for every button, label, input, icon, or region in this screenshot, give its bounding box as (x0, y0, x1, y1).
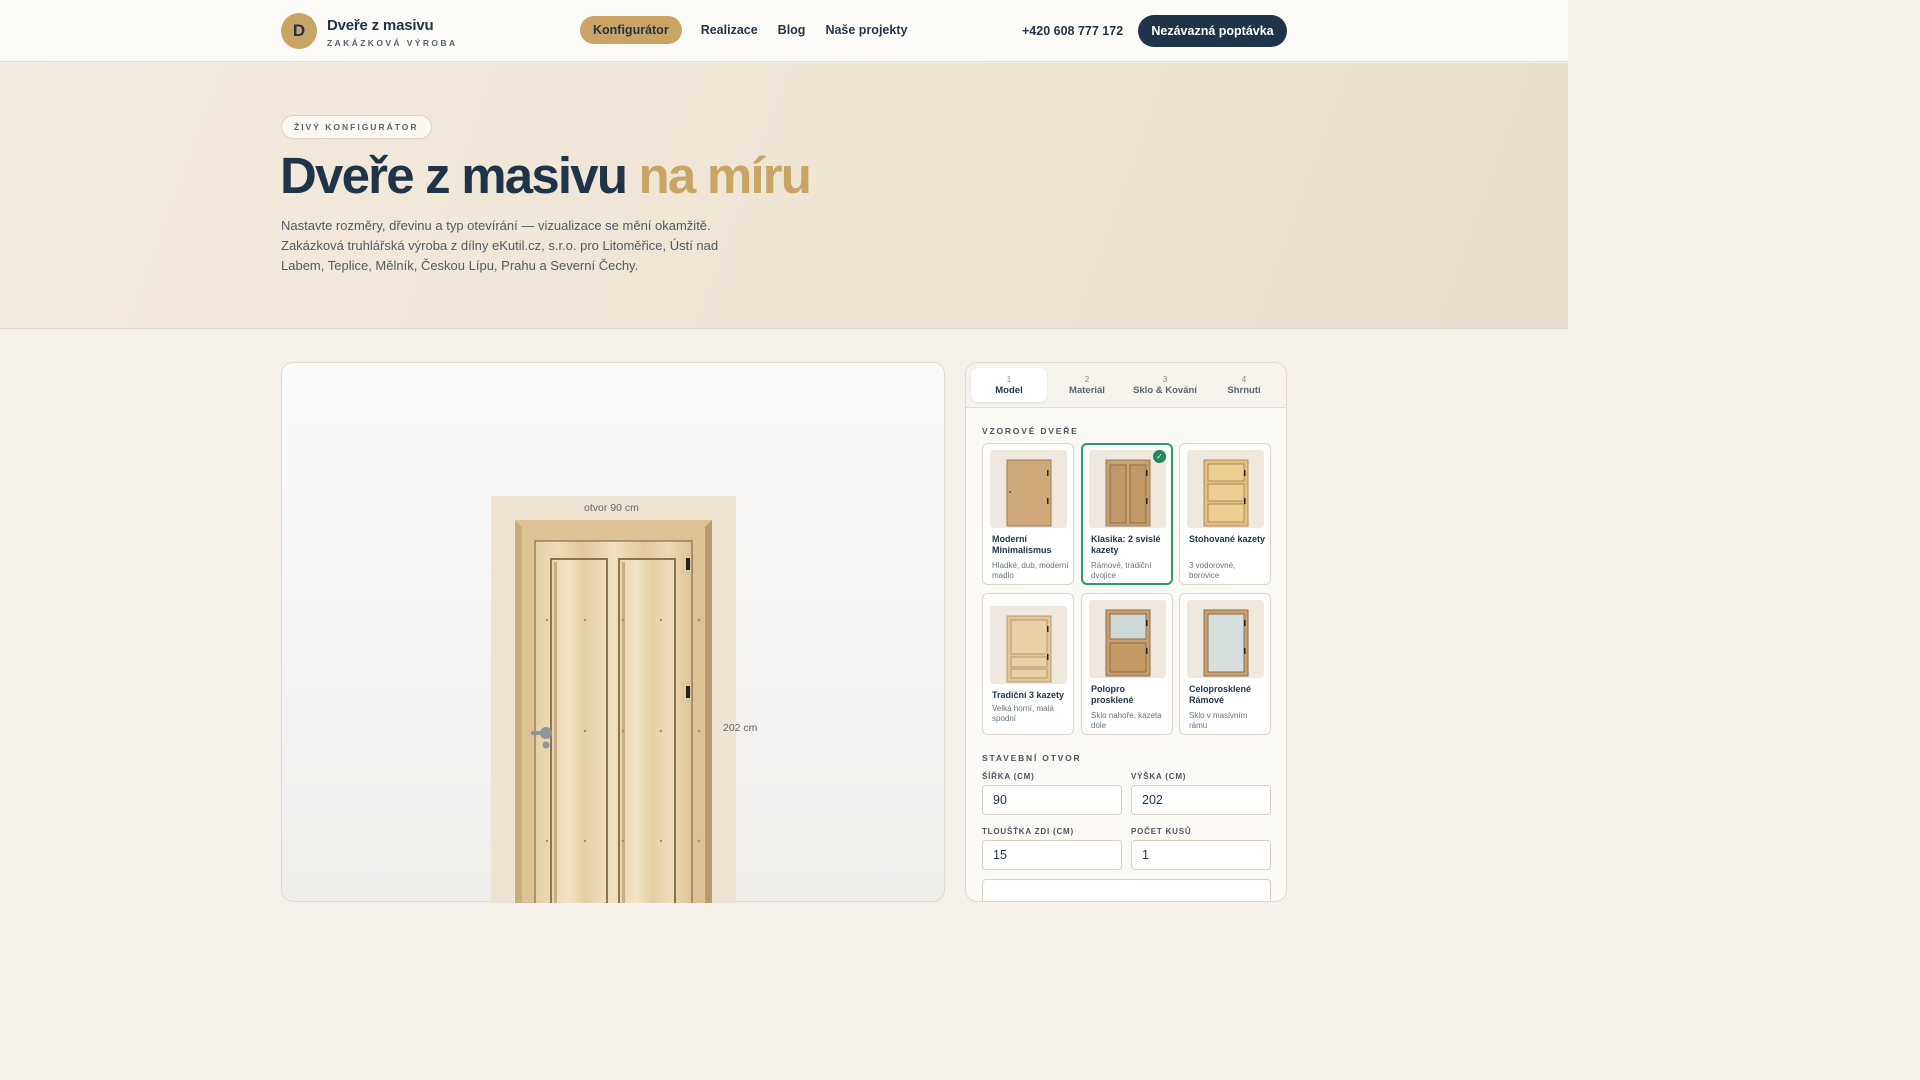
height-field-label: VÝŠKA (CM) (1131, 772, 1187, 781)
live-badge: ŽIVÝ KONFIGURÁTOR (281, 115, 432, 139)
frame-bevel-left (515, 520, 522, 903)
height-dimension-label: 202 cm (723, 722, 758, 734)
hinge-bottom (686, 686, 690, 698)
wall-field-label: TLOUŠŤKA ZDI (CM) (982, 827, 1074, 836)
phone-link[interactable]: +420 608 777 172 (1022, 24, 1123, 38)
model-thumbnail (1089, 450, 1166, 528)
title-accent: na míru (638, 147, 812, 204)
brand-name[interactable]: Dveře z masivu (327, 17, 434, 34)
width-dimension-label: otvor 90 cm (584, 502, 639, 514)
selected-check-icon: ✓ (1153, 450, 1166, 463)
quantity-input[interactable]: 1 (1131, 840, 1271, 870)
tab-label: Model (995, 385, 1023, 396)
model-desc: Velká horní, malá spodní (992, 704, 1054, 723)
height-input[interactable]: 202 (1131, 785, 1271, 815)
model-card-full-glazed[interactable]: Celoprosklené Rámové Sklo v masivním rám… (1179, 593, 1271, 735)
next-field[interactable] (982, 879, 1271, 901)
model-desc: Rámové, tradiční dvojice (1091, 561, 1152, 580)
count-field-label: POČET KUSŮ (1131, 827, 1192, 836)
configurator-tabs: 1 Model 2 Materiál 3 Sklo & Kování 4 Shrnutí (966, 363, 1286, 408)
hero-lead: Nastavte rozměry, dřevinu a typ otevírán… (281, 218, 719, 273)
tab-label: Sklo & Kování (1133, 385, 1197, 396)
nav-item-blog[interactable]: Blog (768, 16, 816, 44)
nav-item-realizace[interactable]: Realizace (691, 16, 768, 44)
inquiry-button[interactable]: Nezávazná poptávka (1138, 15, 1287, 47)
door-panel-right (618, 558, 676, 903)
door-panel-left (550, 558, 608, 903)
door-preview-panel: otvor 90 cm 202 cm (281, 362, 945, 903)
tab-glass-hardware[interactable]: 3 Sklo & Kování (1127, 368, 1203, 402)
tab-number: 2 (1084, 375, 1090, 384)
tab-summary[interactable]: 4 Shrnutí (1206, 368, 1282, 402)
tab-label: Shrnutí (1227, 385, 1261, 396)
tab-number: 4 (1241, 375, 1247, 384)
model-thumbnail (1187, 600, 1264, 678)
model-title: Polopro prosklené (1091, 684, 1134, 705)
width-field-label: ŠÍŘKA (CM) (982, 772, 1035, 781)
hinge-top (686, 558, 690, 570)
model-card-modern[interactable]: Moderní Minimalismus Hladké, dub, modern… (982, 443, 1074, 585)
door-visualization (491, 496, 736, 903)
model-title: Tradiční 3 kazety (992, 690, 1065, 700)
nav-item-konfigurator[interactable]: Konfigurátor (580, 16, 682, 44)
model-title: Stohované kazety (1189, 534, 1266, 544)
model-card-stacked[interactable]: Stohované kazety 3 vodorovné, borovice (1179, 443, 1271, 585)
title-main: Dveře z masivu (280, 147, 628, 204)
opening-heading: STAVEBNÍ OTVOR (982, 753, 1082, 763)
brand-tagline: ZAKÁZKOVÁ VÝROBA (327, 38, 458, 48)
page-title: Dveře z masivu na míru (280, 146, 812, 205)
model-thumbnail (1089, 600, 1166, 678)
model-card-classic[interactable]: ✓ Klasika: 2 svislé kazety Rámové, tradi… (1081, 443, 1173, 585)
model-desc: Hladké, dub, moderní madlo (992, 561, 1069, 580)
wall-thickness-input[interactable]: 15 (982, 840, 1122, 870)
model-desc: Sklo nahoře, kazeta dole (1091, 711, 1162, 730)
frame-bevel-right (705, 520, 712, 903)
model-desc: Sklo v masivním rámu (1189, 711, 1248, 730)
tab-material[interactable]: 2 Materiál (1049, 368, 1125, 402)
model-title: Moderní Minimalismus (992, 534, 1052, 555)
logo-badge[interactable]: D (281, 13, 317, 49)
main-nav: Konfigurátor Realizace Blog Naše projekt… (580, 16, 917, 44)
tab-model[interactable]: 1 Model (971, 368, 1047, 402)
tab-number: 1 (1006, 375, 1012, 384)
width-input[interactable]: 90 (982, 785, 1122, 815)
site-header: D Dveře z masivu ZAKÁZKOVÁ VÝROBA Konfig… (0, 0, 1568, 62)
model-desc: 3 vodorovné, borovice (1189, 561, 1236, 580)
configurator-panel: 1 Model 2 Materiál 3 Sklo & Kování 4 Shrnutí… (965, 362, 1287, 902)
model-thumbnail (1187, 450, 1264, 528)
model-thumbnail (990, 606, 1067, 684)
model-card-half-glazed[interactable]: Polopro prosklené Sklo nahoře, kazeta do… (1081, 593, 1173, 735)
model-title: Celoprosklené Rámové (1189, 684, 1252, 705)
model-title: Klasika: 2 svislé kazety (1091, 534, 1161, 555)
nav-item-projekty[interactable]: Naše projekty (815, 16, 917, 44)
tab-number: 3 (1162, 375, 1168, 384)
tab-label: Materiál (1069, 385, 1105, 396)
models-heading: VZOROVÉ DVEŘE (982, 426, 1079, 436)
model-thumbnail (990, 450, 1067, 528)
model-card-traditional[interactable]: Tradiční 3 kazety Velká horní, malá spod… (982, 593, 1074, 735)
